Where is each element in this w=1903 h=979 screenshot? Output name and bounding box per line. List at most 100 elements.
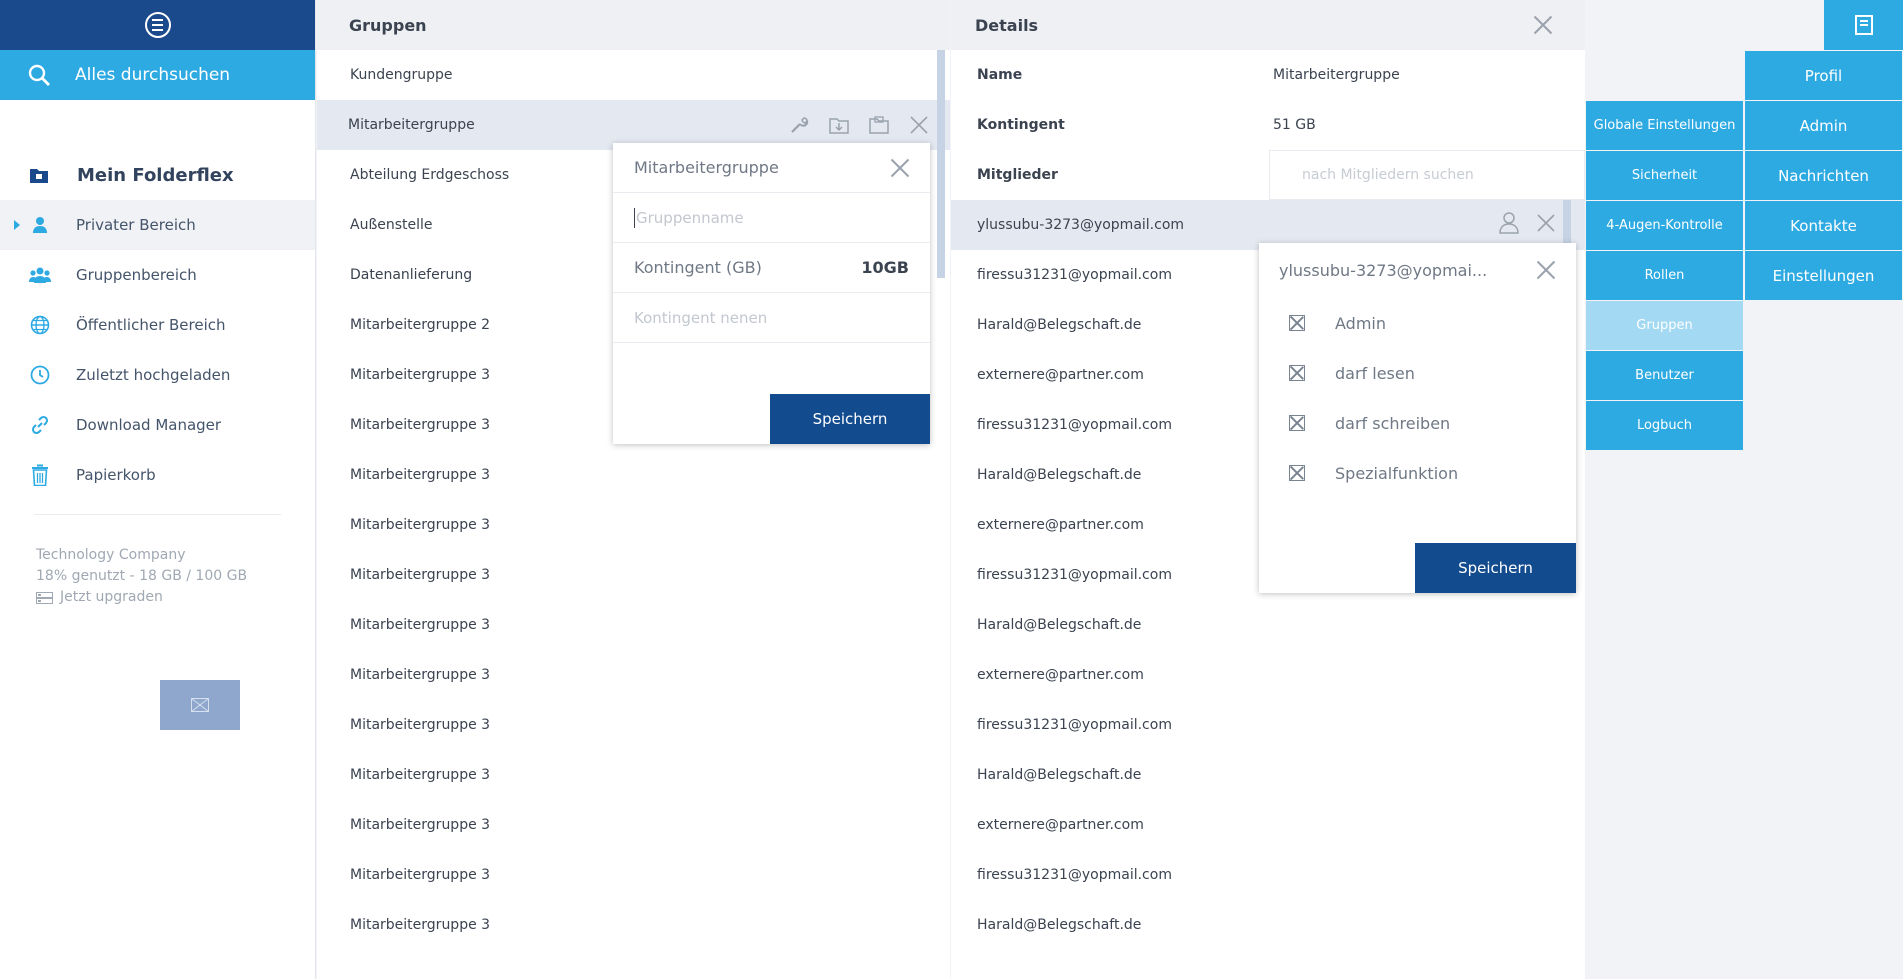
group-row[interactable]: Mitarbeitergruppe 3 bbox=[317, 550, 950, 600]
search-label: Alles durchsuchen bbox=[75, 65, 231, 85]
member-row[interactable]: Harald@Belegschaft.de bbox=[951, 900, 1585, 950]
permission-option[interactable]: Spezialfunktion bbox=[1259, 448, 1576, 498]
member-row[interactable]: externere@partner.com bbox=[951, 800, 1585, 850]
member-email: firessu31231@yopmail.com bbox=[977, 567, 1172, 583]
remove-member-icon[interactable] bbox=[1537, 214, 1555, 236]
wrench-icon[interactable] bbox=[788, 114, 810, 136]
sidebar-item-recent[interactable]: Zuletzt hochgeladen bbox=[0, 350, 315, 400]
group-name-input[interactable]: Gruppenname bbox=[613, 193, 930, 243]
group-row[interactable]: Mitarbeitergruppe 3 bbox=[317, 600, 950, 650]
member-permissions-popup: ylussubu-3273@yopmai... Admin darf lesen d… bbox=[1259, 243, 1576, 593]
admin-menu-item-globale-einstellungen[interactable]: Globale Einstellungen bbox=[1586, 101, 1743, 150]
member-email: ylussubu-3273@yopmail.com bbox=[977, 217, 1185, 233]
menu-item-admin[interactable]: Admin bbox=[1745, 101, 1902, 150]
admin-menu-item-rollen[interactable]: Rollen bbox=[1586, 251, 1743, 300]
admin-menu-item-gruppen[interactable]: Gruppen bbox=[1586, 301, 1743, 350]
quota-row: Kontingent (GB) 10GB bbox=[613, 243, 930, 293]
sidebar-item-public[interactable]: Öffentlicher Bereich bbox=[0, 300, 315, 350]
member-row[interactable]: Harald@Belegschaft.de bbox=[951, 750, 1585, 800]
permission-label: darf schreiben bbox=[1335, 413, 1451, 433]
permission-option[interactable]: darf lesen bbox=[1259, 348, 1576, 398]
close-details-icon[interactable] bbox=[1533, 15, 1553, 35]
group-row[interactable]: Mitarbeitergruppe 3 bbox=[317, 800, 950, 850]
sidebar-item-trash[interactable]: Papierkorb bbox=[0, 450, 315, 500]
member-email: Harald@Belegschaft.de bbox=[977, 467, 1142, 483]
member-row[interactable]: externere@partner.com bbox=[951, 650, 1585, 700]
permission-label: Spezialfunktion bbox=[1335, 463, 1459, 483]
sidebar-item-groups[interactable]: Gruppenbereich bbox=[0, 250, 315, 300]
menu-item-einstellungen[interactable]: Einstellungen bbox=[1745, 251, 1902, 300]
save-group-button[interactable]: Speichern bbox=[770, 394, 930, 444]
close-icon[interactable] bbox=[908, 114, 930, 136]
group-name: Mitarbeitergruppe 3 bbox=[350, 417, 491, 433]
menu-item-nachrichten[interactable]: Nachrichten bbox=[1745, 151, 1902, 200]
member-row[interactable]: Harald@Belegschaft.de bbox=[951, 600, 1585, 650]
folder-icon bbox=[30, 169, 48, 183]
contacts-book-button[interactable] bbox=[1824, 0, 1903, 50]
user-permissions-icon[interactable] bbox=[1499, 212, 1519, 238]
permission-option[interactable]: Admin bbox=[1259, 298, 1576, 348]
popup-title-row: Mitarbeitergruppe bbox=[613, 143, 930, 193]
detail-name-row: Name Mitarbeitergruppe bbox=[977, 67, 1400, 83]
menu-icon[interactable] bbox=[144, 12, 171, 38]
groups-scrollbar[interactable] bbox=[937, 50, 945, 278]
group-row[interactable]: Kundengruppe bbox=[317, 50, 950, 100]
group-row[interactable]: Mitarbeitergruppe 3 bbox=[317, 900, 950, 950]
search-icon bbox=[28, 64, 50, 86]
member-popup-title-row: ylussubu-3273@yopmai... bbox=[1259, 243, 1576, 298]
global-search[interactable]: Alles durchsuchen bbox=[0, 50, 315, 100]
group-row[interactable]: Mitarbeitergruppe 3 bbox=[317, 750, 950, 800]
close-icon[interactable] bbox=[890, 158, 910, 178]
group-row[interactable]: Mitarbeitergruppe 3 bbox=[317, 650, 950, 700]
sidebar-item-private[interactable]: Privater Bereich bbox=[0, 200, 315, 250]
member-row[interactable]: firessu31231@yopmail.com bbox=[951, 850, 1585, 900]
group-row[interactable]: Mitarbeitergruppe 3 bbox=[317, 500, 950, 550]
member-popup-title: ylussubu-3273@yopmai... bbox=[1279, 261, 1488, 280]
quota-input[interactable]: Kontingent nenen bbox=[613, 293, 930, 343]
member-email: firessu31231@yopmail.com bbox=[977, 267, 1172, 283]
brand-title[interactable]: Mein Folderflex bbox=[0, 158, 315, 192]
member-email: externere@partner.com bbox=[977, 367, 1144, 383]
group-name: Kundengruppe bbox=[350, 67, 453, 83]
admin-menu-item-sicherheit[interactable]: Sicherheit bbox=[1586, 151, 1743, 200]
details-title: Details bbox=[975, 15, 1039, 35]
admin-menu-item-logbuch[interactable]: Logbuch bbox=[1586, 401, 1743, 450]
admin-menu-item-benutzer[interactable]: Benutzer bbox=[1586, 351, 1743, 400]
group-name: Mitarbeitergruppe 3 bbox=[350, 817, 491, 833]
popup-title: Mitarbeitergruppe bbox=[634, 158, 779, 177]
share-folder-icon[interactable] bbox=[868, 114, 890, 136]
member-search-input[interactable]: nach Mitgliedern suchen bbox=[1269, 150, 1585, 200]
permission-option[interactable]: darf schreiben bbox=[1259, 398, 1576, 448]
permission-label: darf lesen bbox=[1335, 363, 1415, 383]
menu-item-profil[interactable]: Profil bbox=[1745, 51, 1902, 100]
logo-placeholder bbox=[160, 680, 240, 730]
storage-info: Technology Company 18% genutzt - 18 GB /… bbox=[0, 515, 315, 608]
admin-menu-item-4-augen-kontrolle[interactable]: 4-Augen-Kontrolle bbox=[1586, 201, 1743, 250]
checkbox-checked-icon[interactable] bbox=[1289, 465, 1305, 481]
group-row[interactable]: Mitarbeitergruppe 3 bbox=[317, 450, 950, 500]
member-row[interactable]: firessu31231@yopmail.com bbox=[951, 700, 1585, 750]
group-row[interactable]: Mitarbeitergruppe 3 bbox=[317, 850, 950, 900]
member-email: externere@partner.com bbox=[977, 517, 1144, 533]
save-permissions-button[interactable]: Speichern bbox=[1415, 543, 1576, 593]
image-placeholder-icon bbox=[191, 698, 209, 712]
company-name: Technology Company bbox=[36, 547, 186, 563]
group-name: Mitarbeitergruppe 3 bbox=[350, 517, 491, 533]
storage-icon bbox=[36, 591, 53, 604]
group-row[interactable]: Mitarbeitergruppe 3 bbox=[317, 700, 950, 750]
group-name: Mitarbeitergruppe bbox=[348, 117, 475, 133]
quota-value: 10GB bbox=[861, 258, 909, 277]
checkbox-checked-icon[interactable] bbox=[1289, 365, 1305, 381]
group-name: Mitarbeitergruppe 3 bbox=[350, 767, 491, 783]
group-name: Abteilung Erdgeschoss bbox=[350, 167, 510, 183]
checkbox-checked-icon[interactable] bbox=[1289, 315, 1305, 331]
upgrade-link[interactable]: Jetzt upgraden bbox=[36, 587, 315, 608]
checkbox-checked-icon[interactable] bbox=[1289, 415, 1305, 431]
member-email: Harald@Belegschaft.de bbox=[977, 317, 1142, 333]
trash-icon bbox=[29, 464, 51, 486]
menu-item-kontakte[interactable]: Kontakte bbox=[1745, 201, 1902, 250]
download-folder-icon[interactable] bbox=[828, 114, 850, 136]
group-icon bbox=[29, 264, 51, 286]
sidebar-item-downloads[interactable]: Download Manager bbox=[0, 400, 315, 450]
close-icon[interactable] bbox=[1536, 260, 1556, 280]
